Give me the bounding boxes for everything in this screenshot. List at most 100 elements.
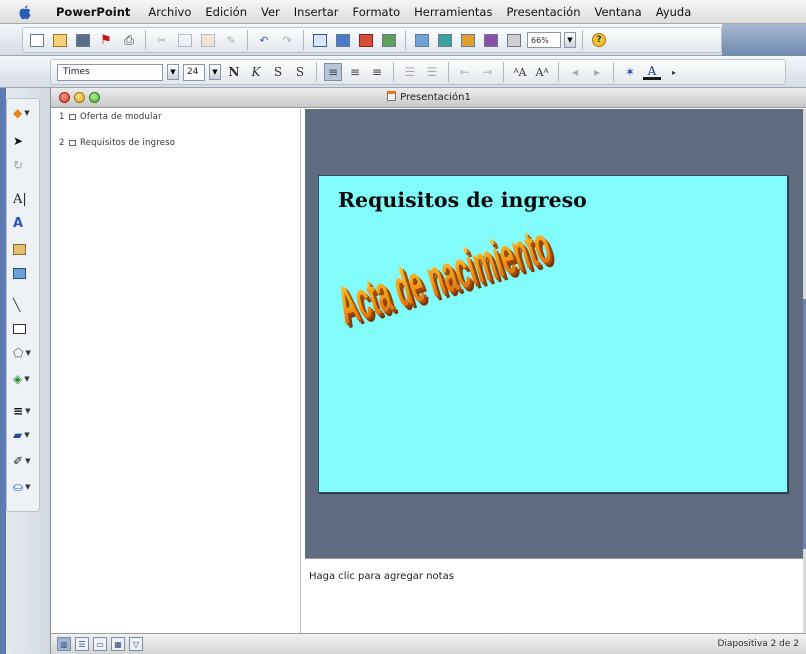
line-color-icon[interactable]: ▰ ▼ [10,425,36,445]
slideshow-icon[interactable]: ▽ [129,637,143,651]
line-style-icon[interactable]: ≡ ▼ [10,401,36,421]
rectangle-tool-icon[interactable] [10,319,36,339]
menu-ayuda[interactable]: Ayuda [656,5,692,19]
toolbar-separator [303,30,304,50]
wordart-text[interactable]: Acta de nacimiento Acta de nacimiento Ac… [337,228,577,348]
font-color-icon[interactable]: A [643,64,661,80]
toolbar-options-icon[interactable]: ▸ [665,63,683,81]
promote-icon[interactable]: ◂ [566,63,584,81]
undo-icon[interactable]: ↶ [254,30,274,50]
outline-slide-title: Requisitos de ingreso [80,138,176,148]
bulleted-list-icon[interactable]: ☰ [423,63,441,81]
new-slide-icon[interactable] [412,30,432,50]
autoshapes-menu-icon[interactable]: ◆ ▼ [10,103,36,123]
toolbar-separator [613,62,614,82]
cut-icon[interactable]: ✂ [152,30,172,50]
decrease-font-size-icon[interactable]: Aᴬ [533,63,551,81]
drawing-toolbar: ◆ ▼ ➤ ↻ A| A ╲ ⬠ ▼ ◈ ▼ ≡ ▼ ▰ ▼ ✐ ▼ ⛀ ▼ [0,88,50,654]
insert-textbox-icon[interactable] [310,30,330,50]
outline-pane[interactable]: 1 Oferta de modular 2 Requisitos de ingr… [51,109,301,633]
zoom-dropdown-icon[interactable]: ▼ [564,32,576,48]
shadow-button[interactable]: S [291,63,309,81]
window-title-bar[interactable]: Presentación1 [51,88,806,108]
fill-color-icon[interactable]: ◈ ▼ [10,369,36,389]
document-icon [387,91,397,101]
menu-herramientas[interactable]: Herramientas [414,5,492,19]
text-box-tool-icon[interactable]: A| [10,189,36,209]
decrease-indent-icon[interactable]: ⇤ [456,63,474,81]
normal-view-icon[interactable]: ▥ [57,637,71,651]
numbered-list-icon[interactable]: ☰ [401,63,419,81]
menu-ventana[interactable]: Ventana [595,5,642,19]
underline-button[interactable]: S [269,63,287,81]
slide-design-icon[interactable] [458,30,478,50]
toolbar-separator [503,62,504,82]
slide-layout-icon[interactable] [435,30,455,50]
save-icon[interactable] [73,30,93,50]
redo-icon[interactable]: ↷ [277,30,297,50]
insert-table-icon[interactable] [333,30,353,50]
demote-icon[interactable]: ▸ [588,63,606,81]
color-scheme-icon[interactable] [481,30,501,50]
flag-icon[interactable]: ⚑ [96,30,116,50]
menu-bar: PowerPoint Archivo Edición Ver Insertar … [0,0,806,24]
paint-bucket-icon[interactable]: ⛀ ▼ [10,477,36,497]
insert-clipart-icon[interactable] [10,239,36,259]
outline-slide-number: 1 [59,112,65,122]
apple-menu-icon[interactable] [14,4,36,20]
print-icon[interactable]: ⎙ [119,30,139,50]
notes-pane[interactable]: Haga clic para agregar notas [305,558,803,633]
copy-icon[interactable] [175,30,195,50]
slide-title[interactable]: Requisitos de ingreso [338,188,587,212]
help-icon[interactable]: ? [589,30,609,50]
align-right-icon[interactable]: ≡ [368,63,386,81]
increase-indent-icon[interactable]: ⇥ [478,63,496,81]
font-dropdown-icon[interactable]: ▼ [167,64,179,80]
font-size-field[interactable]: 24 [183,63,205,81]
menu-formato[interactable]: Formato [353,5,401,19]
formatting-toolbar: Times ▼ 24 ▼ N K S S ≡ ≡ ≡ ☰ ☰ ⇤ ⇥ ᴬA Aᴬ… [0,56,806,88]
italic-button[interactable]: K [247,63,265,81]
outline-view-icon[interactable]: ☰ [75,637,89,651]
animation-effects-icon[interactable]: ✶ [621,63,639,81]
format-painter-icon[interactable]: ✎ [221,30,241,50]
new-presentation-icon[interactable] [27,30,47,50]
toolbar-separator [448,62,449,82]
font-size-dropdown-icon[interactable]: ▼ [209,64,221,80]
wordart-tool-icon[interactable]: A [10,213,36,233]
insert-chart-icon[interactable] [356,30,376,50]
toolbar-separator [582,30,583,50]
select-arrow-icon[interactable]: ➤ [10,131,36,151]
paste-icon[interactable] [198,30,218,50]
slide-view-icon[interactable]: ▭ [93,637,107,651]
line-tool-icon[interactable]: ╲ [10,295,36,315]
formatting-toolbar-buttons: Times ▼ 24 ▼ N K S S ≡ ≡ ≡ ☰ ☰ ⇤ ⇥ ᴬA Aᴬ… [50,59,786,85]
zoom-field[interactable]: 66% [527,32,561,48]
menu-presentacion[interactable]: Presentación [506,5,580,19]
toolbar-separator [145,30,146,50]
outline-slide-2[interactable]: 2 Requisitos de ingreso [59,138,175,148]
menu-ver[interactable]: Ver [261,5,280,19]
bold-button[interactable]: N [225,63,243,81]
slide-sorter-icon[interactable]: ▦ [111,637,125,651]
font-name-field[interactable]: Times [57,63,163,81]
rotate-icon[interactable]: ↻ [10,155,36,175]
increase-font-size-icon[interactable]: ᴬA [511,63,529,81]
grayscale-icon[interactable] [504,30,524,50]
insert-image-icon[interactable] [10,263,36,283]
insert-picture-icon[interactable] [379,30,399,50]
menu-app-name[interactable]: PowerPoint [56,5,130,19]
align-left-icon[interactable]: ≡ [324,63,342,81]
menu-insertar[interactable]: Insertar [294,5,339,19]
shapes-group-icon[interactable]: ⬠ ▼ [10,343,36,363]
open-icon[interactable] [50,30,70,50]
desktop-edge [0,88,6,654]
notes-placeholder[interactable]: Haga clic para agregar notas [309,571,454,582]
outline-slide-title: Oferta de modular [80,112,162,122]
menu-edicion[interactable]: Edición [205,5,247,19]
pen-color-icon[interactable]: ✐ ▼ [10,451,36,471]
outline-slide-1[interactable]: 1 Oferta de modular [59,112,162,122]
slide-canvas[interactable]: Requisitos de ingreso Acta de nacimiento [318,175,788,493]
menu-archivo[interactable]: Archivo [148,5,191,19]
align-center-icon[interactable]: ≡ [346,63,364,81]
